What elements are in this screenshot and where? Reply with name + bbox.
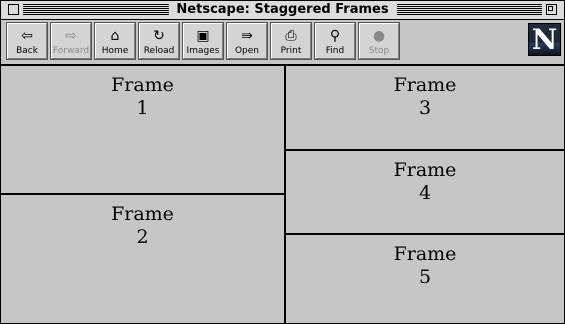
back-label: Back: [16, 46, 38, 56]
stop-label: Stop: [368, 46, 390, 56]
frame-3-label: Frame 3: [393, 74, 457, 119]
reload-button[interactable]: ↻ Reload: [139, 23, 179, 59]
frame-4-label: Frame 4: [393, 159, 457, 204]
frame-4[interactable]: Frame 4: [286, 151, 564, 233]
stop-icon: ●: [372, 28, 386, 44]
images-label: Images: [186, 46, 220, 56]
zoom-box[interactable]: [546, 4, 557, 15]
home-icon: ⌂: [110, 28, 120, 44]
images-icon: ▣: [196, 28, 210, 44]
frame-2[interactable]: Frame 2: [1, 195, 284, 323]
open-icon: ⇛: [241, 28, 253, 44]
find-binoculars-icon: ⚲: [329, 28, 341, 44]
print-label: Print: [280, 46, 302, 56]
forward-label: Forward: [52, 46, 90, 56]
frame-3[interactable]: Frame 3: [286, 66, 564, 149]
frame-2-label: Frame 2: [111, 203, 174, 248]
frameset: Frame 1 Frame 2 Frame 3 Frame 4 Frame 5: [1, 66, 564, 323]
home-label: Home: [101, 46, 129, 56]
print-icon: ⎙: [285, 28, 297, 44]
frame-1-label: Frame 1: [111, 74, 174, 119]
find-button[interactable]: ⚲ Find: [315, 23, 355, 59]
browser-window: Netscape: Staggered Frames ⇦ Back ⇨ Forw…: [0, 0, 565, 324]
reload-icon: ↻: [153, 28, 165, 44]
forward-arrow-icon: ⇨: [65, 28, 77, 44]
title-bar[interactable]: Netscape: Staggered Frames: [1, 1, 564, 20]
netscape-logo[interactable]: N: [528, 23, 561, 56]
open-button[interactable]: ⇛ Open: [227, 23, 267, 59]
close-box[interactable]: [8, 4, 19, 15]
window-title: Netscape: Staggered Frames: [168, 1, 397, 19]
forward-button[interactable]: ⇨ Forward: [51, 23, 91, 59]
frame-5[interactable]: Frame 5: [286, 235, 564, 323]
print-button[interactable]: ⎙ Print: [271, 23, 311, 59]
navigation-toolbar: ⇦ Back ⇨ Forward ⌂ Home ↻ Reload ▣ Image…: [1, 20, 564, 66]
frame-1[interactable]: Frame 1: [1, 66, 284, 193]
open-label: Open: [234, 46, 260, 56]
reload-label: Reload: [143, 46, 175, 56]
back-button[interactable]: ⇦ Back: [7, 23, 47, 59]
images-button[interactable]: ▣ Images: [183, 23, 223, 59]
back-arrow-icon: ⇦: [21, 28, 33, 44]
stop-button[interactable]: ● Stop: [359, 23, 399, 59]
home-button[interactable]: ⌂ Home: [95, 23, 135, 59]
netscape-logo-letter: N: [531, 23, 558, 56]
frame-5-label: Frame 5: [393, 243, 457, 288]
find-label: Find: [325, 46, 345, 56]
